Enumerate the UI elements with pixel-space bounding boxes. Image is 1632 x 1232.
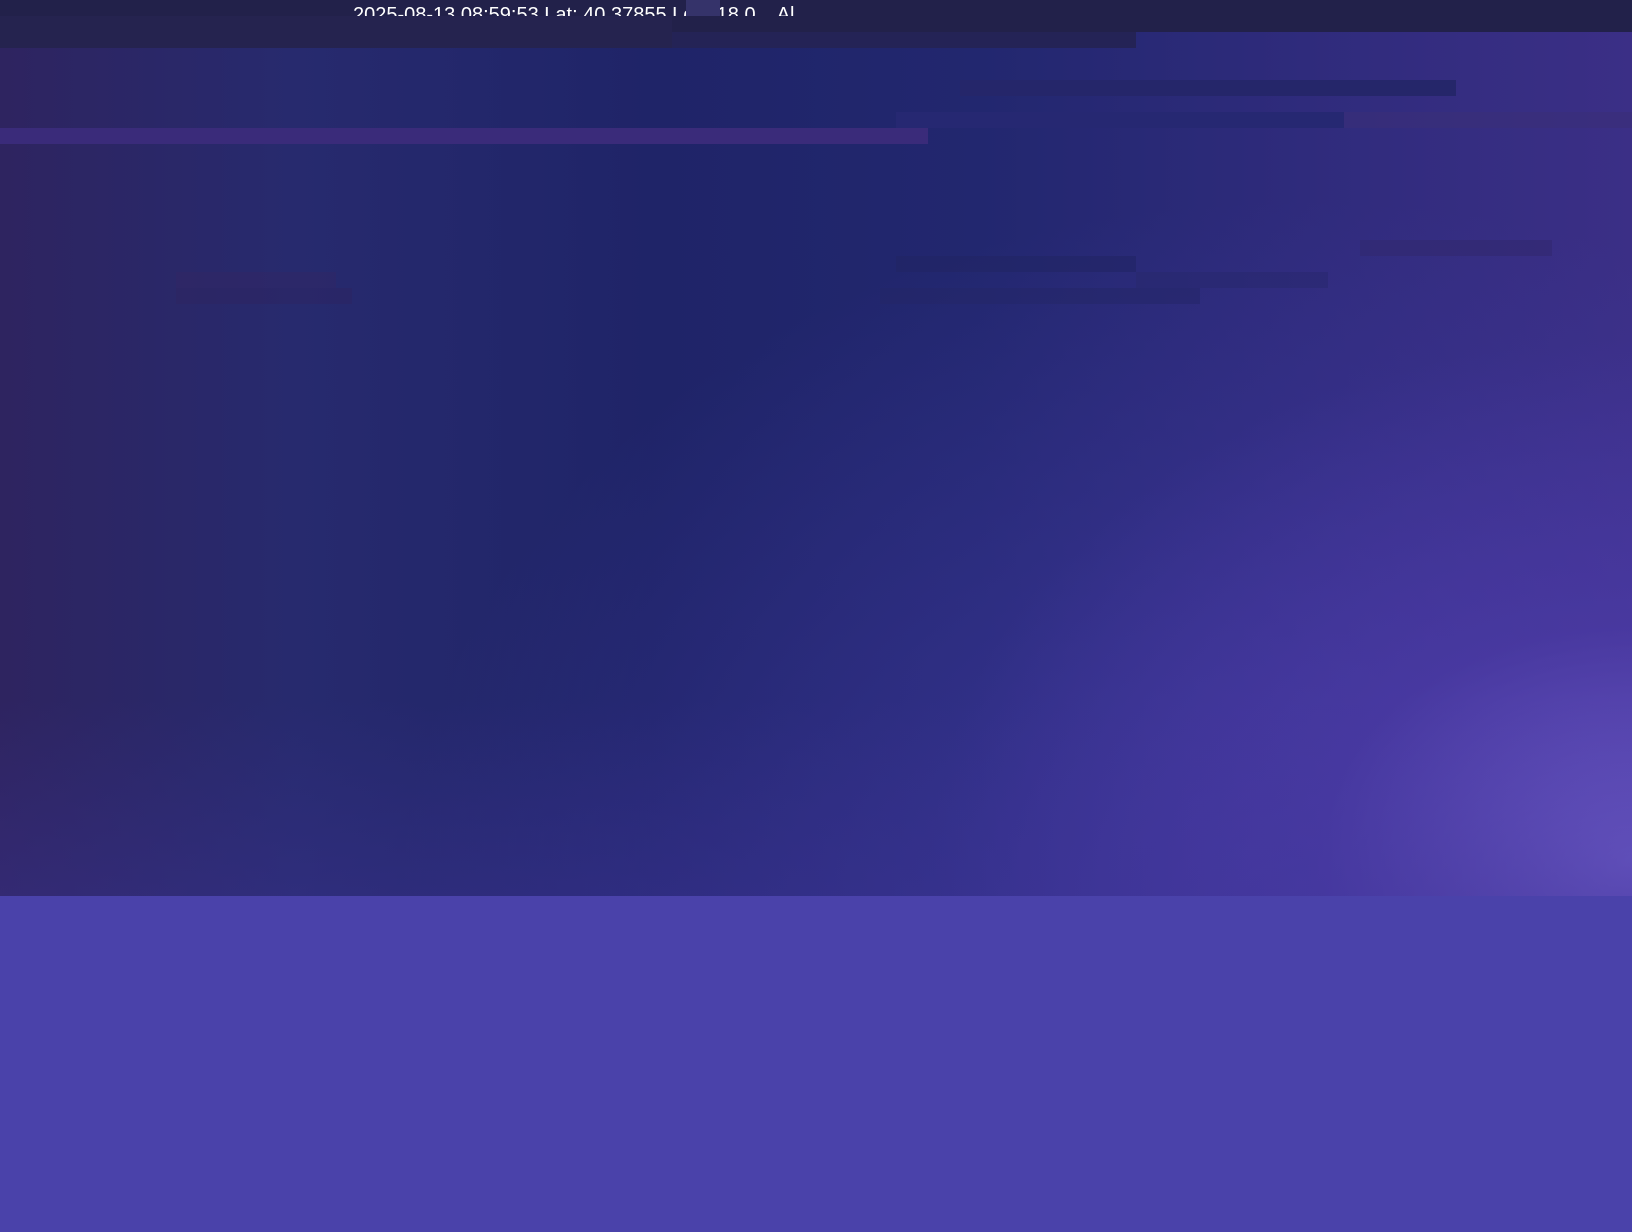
glitch-streak xyxy=(880,288,1200,304)
photo-bottom-fade xyxy=(0,700,1632,896)
glitch-streak xyxy=(960,80,1456,96)
timestamp-text: 2025-08-13 08:59:53 Lat: 40.37855 Lon: 1… xyxy=(353,4,812,16)
glitch-strip xyxy=(672,32,1136,48)
glitch-streak xyxy=(896,112,1344,128)
glitch-streak xyxy=(0,128,928,144)
glitch-streak xyxy=(1136,272,1328,288)
glitch-strip xyxy=(0,16,672,48)
glitch-patch xyxy=(686,0,720,16)
glitch-streak xyxy=(896,256,1136,272)
timestamp-watermark: 2025-08-13 08:59:53 Lat: 40.37855 Lon: 1… xyxy=(353,2,833,16)
glitch-streak xyxy=(176,288,352,304)
glitch-streak xyxy=(176,272,336,288)
glitch-streak xyxy=(1360,240,1552,256)
glitch-streak xyxy=(1344,112,1632,128)
image-frame: 2025-08-13 08:59:53 Lat: 40.37855 Lon: 1… xyxy=(0,0,1632,1232)
